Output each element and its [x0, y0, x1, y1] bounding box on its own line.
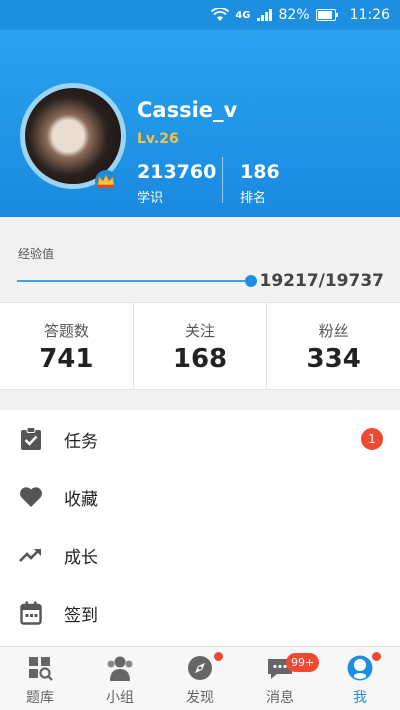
group-icon — [107, 656, 133, 681]
answers-count-value: 741 — [39, 344, 94, 374]
stats-row: 答题数 741 关注 168 粉丝 334 — [0, 302, 400, 390]
menu-item-growth-label: 成长 — [64, 547, 98, 568]
answers-count-cell[interactable]: 答题数 741 — [0, 303, 133, 389]
tasks-badge: 1 — [361, 428, 383, 450]
grid-search-icon — [29, 657, 53, 681]
menu-item-tasks-label: 任务 — [64, 431, 98, 452]
discover-notification-dot — [214, 652, 223, 661]
experience-label: 经验值 — [18, 247, 55, 261]
battery-icon — [315, 9, 338, 21]
tab-groups[interactable]: 小组 — [80, 647, 160, 710]
menu-item-checkin-label: 签到 — [64, 605, 98, 626]
followers-count-label: 粉丝 — [318, 322, 349, 340]
experience-section: 经验值 19217/19737 — [0, 217, 400, 302]
menu-item-tasks[interactable]: 任务 1 — [0, 410, 400, 468]
experience-progress-fill — [17, 280, 251, 282]
messages-badge: 99+ — [286, 653, 320, 672]
followers-count-cell[interactable]: 粉丝 334 — [266, 303, 400, 389]
experience-progress-knob — [244, 275, 257, 287]
battery-percent: 82% — [278, 7, 310, 23]
tab-messages-label: 消息 — [266, 690, 294, 706]
clipboard-check-icon — [18, 426, 44, 452]
tab-groups-label: 小组 — [106, 690, 134, 706]
profile-header: Cassie_v Lv.26 213760 学识 186 排名 — [0, 30, 400, 217]
menu-item-checkin[interactable]: 签到 — [0, 584, 400, 642]
menu-item-growth[interactable]: 成长 — [0, 526, 400, 584]
experience-value: 19217/19737 — [259, 271, 385, 291]
heart-icon — [18, 484, 44, 510]
calendar-icon — [18, 600, 44, 626]
experience-progress — [17, 275, 257, 287]
clock: 11:26 — [349, 7, 390, 23]
menu-item-favorites[interactable]: 收藏 — [0, 468, 400, 526]
level-badge: Lv.26 — [137, 131, 179, 147]
status-bar: 4G 82% 11:26 — [0, 0, 400, 30]
tab-question-bank[interactable]: 题库 — [0, 647, 80, 710]
following-count-label: 关注 — [185, 322, 216, 340]
tab-messages[interactable]: 99+ 消息 — [240, 647, 320, 710]
rank-label: 排名 — [240, 191, 267, 206]
menu-item-favorites-label: 收藏 — [64, 489, 98, 510]
stat-divider — [222, 157, 223, 203]
answers-count-label: 答题数 — [43, 322, 89, 340]
wifi-icon — [211, 8, 230, 22]
tab-question-bank-label: 题库 — [26, 690, 54, 706]
knowledge-value: 213760 — [137, 161, 217, 183]
me-notification-dot — [372, 652, 381, 661]
followers-count-value: 334 — [306, 344, 361, 374]
username: Cassie_v — [137, 98, 238, 122]
crown-icon — [95, 170, 117, 192]
tab-me-label: 我 — [353, 690, 367, 706]
rank-value: 186 — [240, 161, 280, 183]
tab-discover-label: 发现 — [186, 690, 214, 706]
knowledge-label: 学识 — [137, 191, 164, 206]
menu-list: 任务 1 收藏 成长 签到 — [0, 410, 400, 646]
person-icon — [347, 655, 373, 681]
tab-me[interactable]: 我 — [320, 647, 400, 710]
compass-icon — [188, 656, 212, 680]
signal-icon — [256, 9, 273, 21]
trending-up-icon — [18, 542, 44, 568]
following-count-cell[interactable]: 关注 168 — [132, 303, 267, 389]
following-count-value: 168 — [172, 344, 228, 374]
tab-discover[interactable]: 发现 — [160, 647, 240, 710]
network-4g-icon: 4G — [235, 9, 251, 21]
bottom-tab-bar: 题库 小组 发现 99+ 消息 我 — [0, 646, 400, 710]
